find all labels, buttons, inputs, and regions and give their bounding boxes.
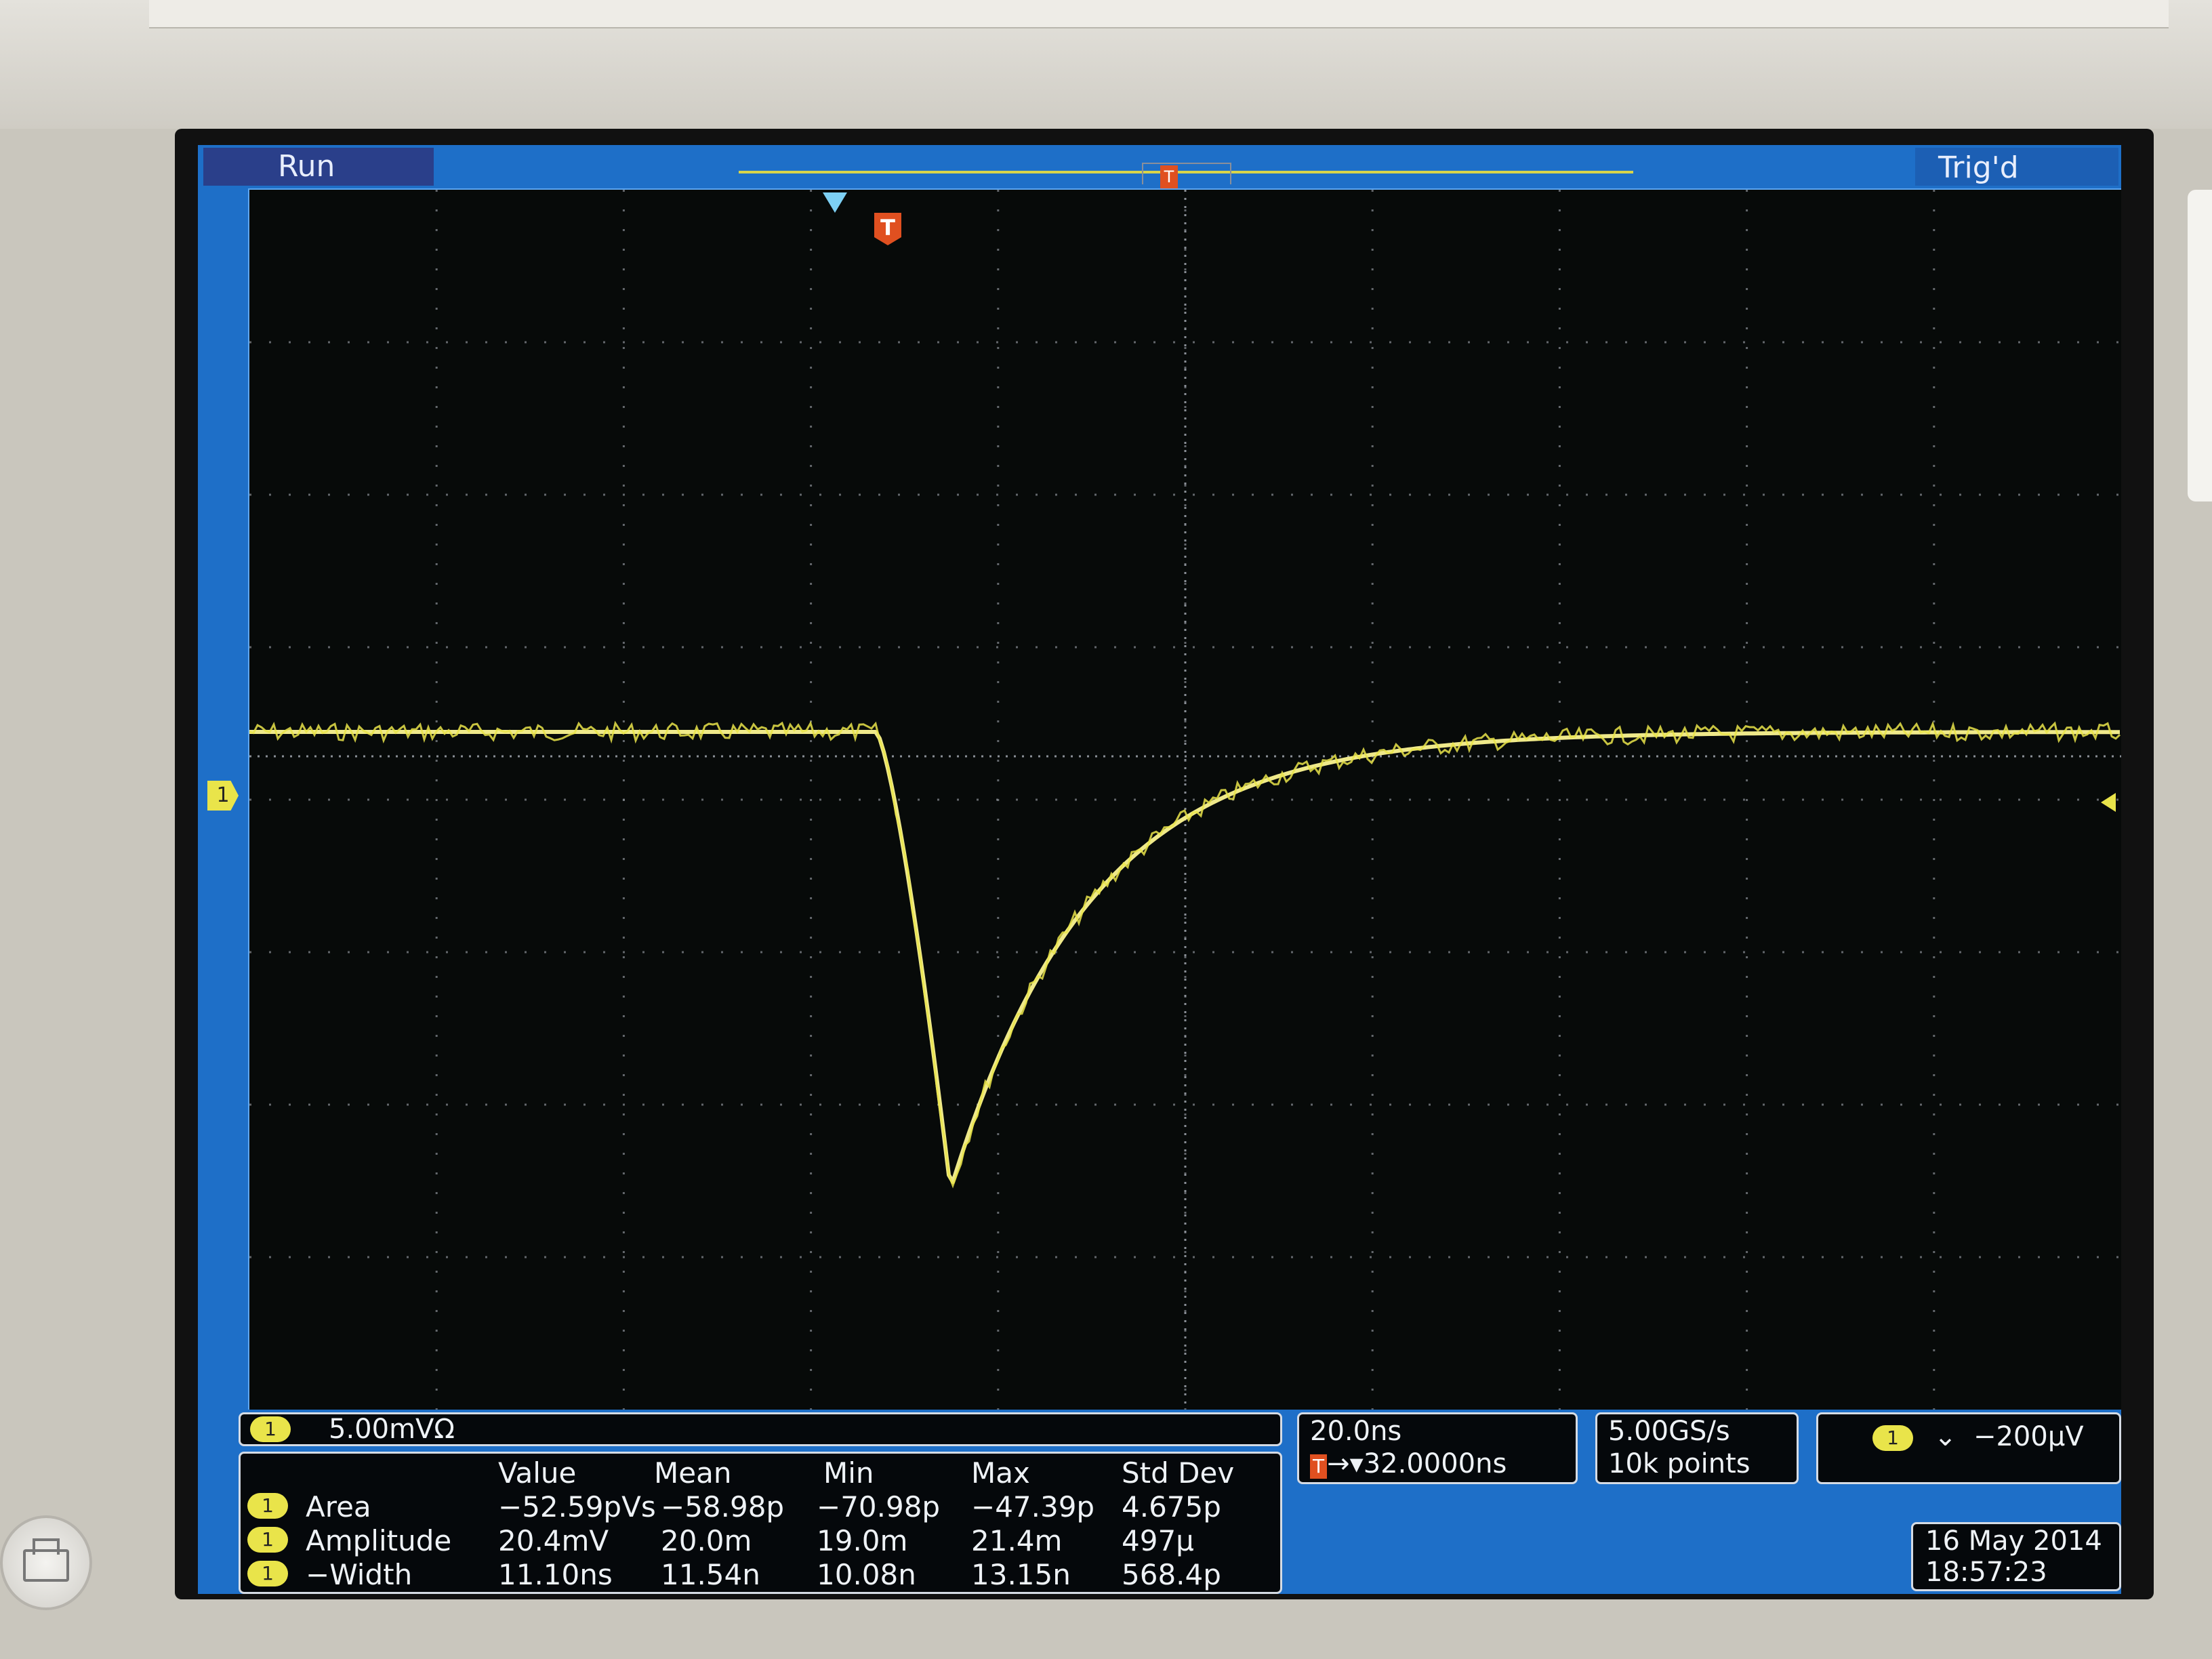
row-name: Area	[306, 1490, 371, 1523]
header-mean: Mean	[654, 1456, 732, 1490]
header-min: Min	[823, 1456, 874, 1490]
row-mean: −58.98p	[661, 1490, 785, 1523]
acquisition-status: Run	[203, 148, 434, 186]
measurement-row-area[interactable]: 1 Area −52.59pVs −58.98p −70.98p −47.39p…	[241, 1490, 1280, 1524]
trigger-status: Trig'd	[1915, 148, 2118, 186]
row-std-dev: 4.675p	[1122, 1490, 1221, 1523]
row-mean: 11.54n	[661, 1558, 760, 1591]
header-std-dev: Std Dev	[1122, 1456, 1235, 1490]
printer-icon	[23, 1538, 69, 1582]
row-min: −70.98p	[817, 1490, 941, 1523]
timebase: 20.0ns	[1310, 1416, 1402, 1447]
channel-scale: 5.00mVΩ	[329, 1414, 455, 1445]
horizontal-readout[interactable]: 20.0ns T →▾32.0000ns	[1297, 1412, 1578, 1484]
print-button[interactable]	[0, 1515, 92, 1610]
trigger-channel-badge: 1	[1872, 1425, 1913, 1451]
row-mean: 20.0m	[661, 1524, 752, 1557]
row-value: 11.10ns	[498, 1558, 613, 1591]
row-min: 19.0m	[817, 1524, 908, 1557]
row-max: 21.4m	[971, 1524, 1063, 1557]
delay-value: →▾32.0000ns	[1327, 1448, 1507, 1479]
graticule-grid	[249, 190, 2121, 1410]
row-channel-badge: 1	[247, 1527, 288, 1553]
waveform-plot	[248, 188, 2121, 1410]
trigger-t-badge: T	[1310, 1454, 1328, 1479]
row-min: 10.08n	[817, 1558, 916, 1591]
row-max: 13.15n	[971, 1558, 1071, 1591]
trigger-level-marker[interactable]	[2101, 793, 2116, 812]
row-value: 20.4mV	[498, 1524, 609, 1557]
row-channel-badge: 1	[247, 1561, 288, 1586]
row-max: −47.39p	[971, 1490, 1095, 1523]
row-channel-badge: 1	[247, 1493, 288, 1519]
row-std-dev: 568.4p	[1122, 1558, 1221, 1591]
waveform-graticule	[249, 190, 2121, 1410]
expansion-point-marker[interactable]	[823, 192, 847, 213]
record-trigger-marker: T	[1160, 165, 1178, 188]
acquisition-readout[interactable]: 5.00GS/s 10k points	[1595, 1412, 1799, 1484]
header-max: Max	[971, 1456, 1030, 1490]
channel-scale-readout[interactable]: 1 5.00mVΩ	[239, 1412, 1282, 1446]
measurement-header: Value Mean Min Max Std Dev	[241, 1456, 1280, 1490]
side-tab	[2188, 190, 2212, 501]
datetime-readout: 16 May 2014 18:57:23	[1911, 1522, 2121, 1591]
record-view-window	[1142, 163, 1231, 184]
row-name: −Width	[306, 1558, 413, 1591]
trigger-delay: T →▾32.0000ns	[1310, 1448, 1507, 1479]
measurement-row-amplitude[interactable]: 1 Amplitude 20.4mV 20.0m 19.0m 21.4m 497…	[241, 1524, 1280, 1558]
sample-rate: 5.00GS/s	[1608, 1416, 1730, 1447]
time: 18:57:23	[1925, 1557, 2047, 1588]
trigger-slope-icon: ⌄	[1933, 1421, 1957, 1452]
paper-sheet	[149, 0, 2169, 28]
row-std-dev: 497μ	[1122, 1524, 1194, 1557]
date: 16 May 2014	[1925, 1525, 2102, 1557]
trigger-settings: 1 ⌄ −200μV	[1872, 1421, 2084, 1452]
header-value: Value	[498, 1456, 577, 1490]
row-value: −52.59pVs	[498, 1490, 656, 1523]
row-name: Amplitude	[306, 1524, 452, 1557]
trigger-readout[interactable]: 1 ⌄ −200μV	[1816, 1412, 2121, 1484]
measurement-table[interactable]: Value Mean Min Max Std Dev 1 Area −52.59…	[239, 1452, 1282, 1594]
record-length: 10k points	[1608, 1448, 1750, 1479]
measurement-row-width[interactable]: 1 −Width 11.10ns 11.54n 10.08n 13.15n 56…	[241, 1558, 1280, 1592]
trigger-level: −200μV	[1973, 1421, 2084, 1452]
channel-badge: 1	[250, 1416, 291, 1442]
